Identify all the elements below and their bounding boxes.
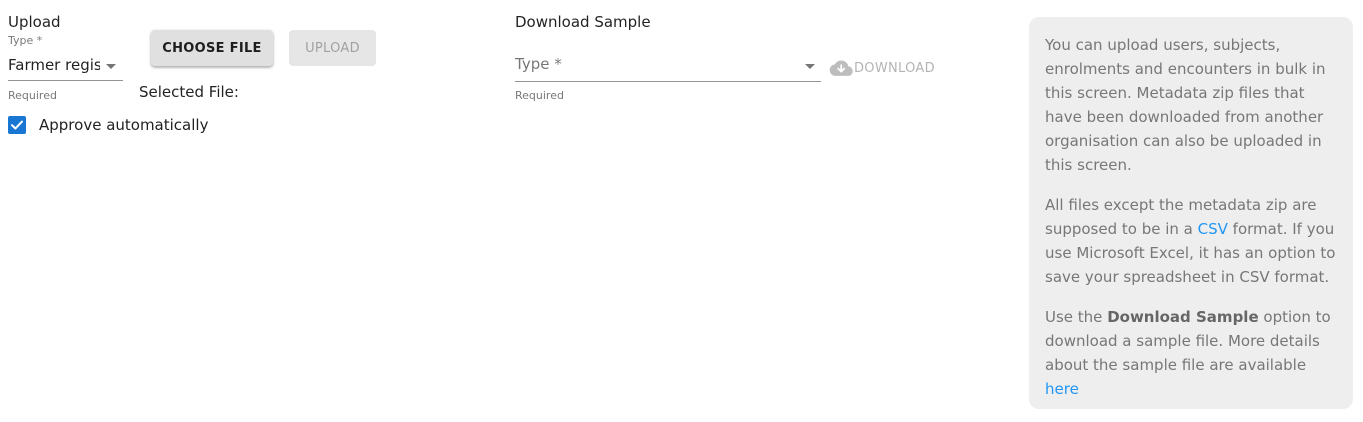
info-paragraph-2: All files except the metadata zip are su… — [1045, 196, 1336, 286]
csv-link[interactable]: CSV — [1198, 220, 1228, 238]
choose-file-button[interactable]: CHOOSE FILE — [151, 30, 273, 66]
download-button[interactable]: DOWNLOAD — [829, 58, 935, 78]
download-type-helper: Required — [515, 89, 564, 102]
download-type-underline — [515, 81, 821, 82]
approve-automatically-control[interactable]: Approve automatically — [8, 114, 208, 136]
chevron-down-icon — [805, 64, 815, 69]
approve-checkbox[interactable] — [8, 116, 26, 134]
download-type-placeholder: Type * — [515, 55, 562, 73]
approve-label: Approve automatically — [39, 116, 209, 134]
info-panel: You can upload users, subjects, enrolmen… — [1029, 17, 1353, 409]
upload-type-select[interactable]: Type * Farmer regis — [8, 34, 123, 82]
upload-section-title: Upload — [8, 13, 61, 31]
checkmark-icon — [11, 120, 23, 130]
upload-type-value: Farmer regis — [8, 56, 100, 74]
selected-file-label: Selected File: — [139, 83, 239, 101]
upload-type-helper: Required — [8, 89, 57, 102]
bulk-upload-page: Upload Type * Farmer regis Required CHOO… — [0, 0, 1363, 422]
chevron-down-icon — [106, 64, 116, 69]
upload-type-label: Type * — [8, 34, 43, 47]
download-section-title: Download Sample — [515, 13, 651, 31]
upload-button[interactable]: UPLOAD — [289, 30, 376, 66]
download-label: DOWNLOAD — [854, 60, 935, 76]
info-paragraph-1: You can upload users, subjects, enrolmen… — [1045, 36, 1326, 174]
download-sample-emphasis: Download Sample — [1107, 308, 1259, 326]
download-type-select[interactable]: Type * — [515, 50, 821, 82]
here-link[interactable]: here — [1045, 380, 1079, 398]
cloud-download-icon — [829, 60, 853, 76]
upload-type-underline — [8, 80, 123, 81]
info-paragraph-3: Use the Download Sample option to downlo… — [1045, 308, 1331, 398]
